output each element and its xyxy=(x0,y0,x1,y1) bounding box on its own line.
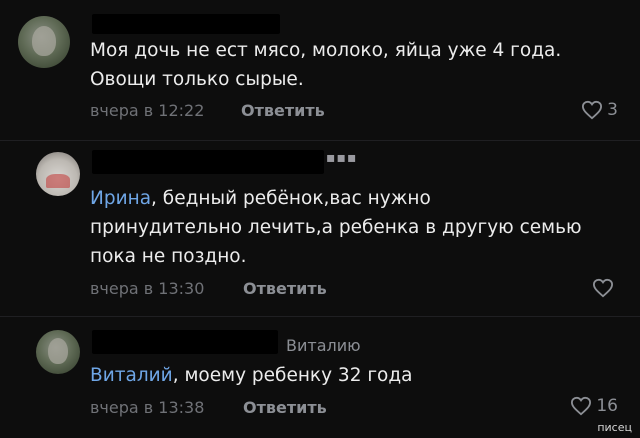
comment-line: Овощи только сырые. xyxy=(90,69,304,90)
reply-to-user[interactable]: Виталию xyxy=(286,336,361,355)
like-button[interactable]: 16 xyxy=(570,396,618,416)
mention-link[interactable]: Ирина xyxy=(90,188,151,209)
mention-link[interactable]: Виталий xyxy=(90,365,173,386)
heart-icon xyxy=(570,396,592,416)
like-button[interactable]: 3 xyxy=(581,100,618,120)
heart-icon xyxy=(592,278,614,298)
comment-line: принудительно лечить,а ребенка в другую … xyxy=(90,217,582,238)
avatar[interactable] xyxy=(36,152,80,196)
comment-text: Ирина, бедный ребёнок,вас нужно принудит… xyxy=(90,184,582,271)
divider xyxy=(0,316,640,317)
comment-line: Виталий, моему ребенку 32 года xyxy=(90,361,413,390)
more-icon[interactable]: ▪▪▪ xyxy=(326,150,357,166)
redacted-author xyxy=(92,330,278,354)
reply-button[interactable]: Ответить xyxy=(243,279,327,298)
timestamp: вчера в 12:22 xyxy=(90,101,205,120)
timestamp: вчера в 13:38 xyxy=(90,398,205,417)
like-count: 16 xyxy=(596,396,618,416)
comment-text: Моя дочь не ест мясо, молоко, яйца уже 4… xyxy=(90,36,561,94)
reply-button[interactable]: Ответить xyxy=(241,101,325,120)
comment-line: Ирина, бедный ребёнок,вас нужно xyxy=(90,184,582,213)
comment-line: Моя дочь не ест мясо, молоко, яйца уже 4… xyxy=(90,40,562,61)
watermark: писец xyxy=(597,421,632,434)
reply-button[interactable]: Ответить xyxy=(243,398,327,417)
redacted-author xyxy=(92,150,324,174)
comment-text: Виталий, моему ребенку 32 года xyxy=(90,361,413,390)
comment-line-text: , моему ребенку 32 года xyxy=(172,365,413,386)
like-button[interactable] xyxy=(592,278,618,298)
heart-icon xyxy=(581,100,603,120)
like-count: 3 xyxy=(607,100,618,120)
divider xyxy=(0,140,640,141)
timestamp: вчера в 13:30 xyxy=(90,279,205,298)
avatar[interactable] xyxy=(18,16,70,68)
comment-line-text: , бедный ребёнок,вас нужно xyxy=(151,188,431,209)
redacted-author xyxy=(92,14,280,34)
comment-line: пока не поздно. xyxy=(90,246,247,267)
avatar[interactable] xyxy=(36,330,80,374)
